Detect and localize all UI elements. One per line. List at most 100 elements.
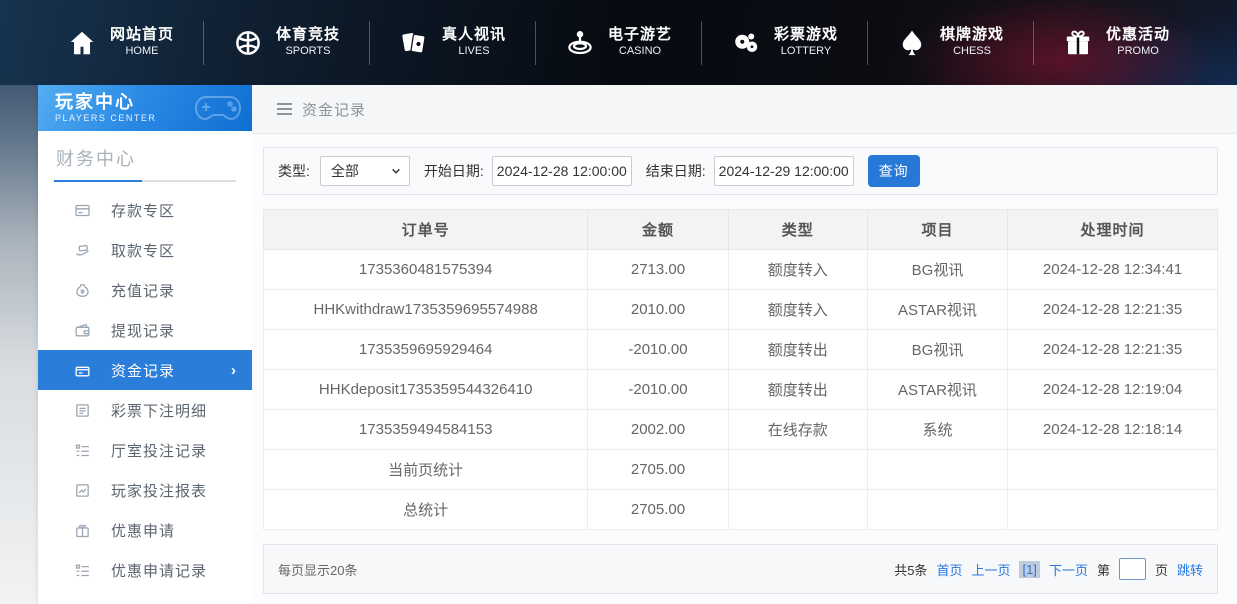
cell-type: 额度转出: [728, 330, 867, 370]
end-date-label: 结束日期:: [646, 161, 706, 181]
cell-order-no: 1735360481575394: [264, 250, 588, 290]
hamburger-icon[interactable]: [277, 103, 292, 115]
nav-label-zh: 网站首页: [110, 26, 174, 45]
cell-order-no: HHKwithdraw1735359695574988: [264, 290, 588, 330]
cell-item: BG视讯: [867, 330, 1007, 370]
nav-label-zh: 真人视讯: [442, 26, 506, 45]
type-select[interactable]: 全部: [320, 156, 410, 186]
start-date-input[interactable]: [492, 156, 632, 186]
cell-item: ASTAR视讯: [867, 370, 1007, 410]
prev-page-link[interactable]: 上一页: [971, 560, 1010, 579]
roulette-icon: [565, 28, 595, 58]
table-row: 1735359494584153 2002.00 在线存款 系统 2024-12…: [264, 410, 1218, 450]
end-date-input[interactable]: [714, 156, 854, 186]
finance-section: 财务中心: [38, 131, 252, 182]
sidebar-item-recharge-records[interactable]: 充值记录: [38, 270, 252, 310]
table-header-row: 订单号 金额 类型 项目 处理时间: [264, 210, 1218, 250]
table-row: HHKdeposit1735359544326410 -2010.00 额度转出…: [264, 370, 1218, 410]
nav-label-en: CASINO: [619, 45, 661, 59]
cell-item: [867, 450, 1007, 490]
home-icon: [67, 28, 97, 58]
list-items-icon: [74, 442, 91, 459]
next-page-link[interactable]: 下一页: [1049, 560, 1088, 579]
sidebar-item-hall-bet-records[interactable]: 厅室投注记录: [38, 430, 252, 470]
total-count: 共5条: [894, 560, 927, 579]
cell-time: [1008, 490, 1218, 530]
cell-type: 额度转出: [728, 370, 867, 410]
nav-item-sports[interactable]: 体育竞技 SPORTS: [203, 21, 369, 65]
wallet-out-icon: [74, 322, 91, 339]
nav-label-zh: 优惠活动: [1106, 26, 1170, 45]
lottery-balls-icon: [731, 28, 761, 58]
cell-amount: 2705.00: [588, 490, 728, 530]
table-row: 1735360481575394 2713.00 额度转入 BG视讯 2024-…: [264, 250, 1218, 290]
filter-bar: 类型: 全部 开始日期: 结束日期: 查询: [263, 147, 1218, 195]
withdraw-hand-icon: [74, 242, 91, 259]
sidebar-item-deposit-zone[interactable]: 存款专区: [38, 190, 252, 230]
nav-item-lottery[interactable]: 彩票游戏 LOTTERY: [701, 21, 867, 65]
type-label: 类型:: [278, 161, 310, 181]
breadcrumb: 资金记录: [252, 85, 1237, 134]
cell-order-no: 1735359695929464: [264, 330, 588, 370]
nav-label-en: SPORTS: [285, 45, 330, 59]
sidebar-item-withdraw-zone[interactable]: 取款专区: [38, 230, 252, 270]
playing-cards-icon: [399, 28, 429, 58]
cell-amount: 2705.00: [588, 450, 728, 490]
cell-amount: -2010.00: [588, 330, 728, 370]
cell-amount: 2002.00: [588, 410, 728, 450]
page-jump-input[interactable]: [1119, 558, 1146, 580]
records-list-icon: [74, 562, 91, 579]
nav-label-en: PROMO: [1117, 45, 1159, 59]
sidebar-item-funds-records[interactable]: 资金记录 ›: [38, 350, 252, 390]
jump-link[interactable]: 跳转: [1177, 560, 1203, 579]
nav-item-casino[interactable]: 电子游艺 CASINO: [535, 21, 701, 65]
section-underline: [54, 180, 236, 182]
col-header-item: 项目: [867, 210, 1007, 250]
nav-item-promo[interactable]: 优惠活动 PROMO: [1033, 21, 1199, 65]
nav-label-zh: 电子游艺: [608, 26, 672, 45]
cell-summary-label: 总统计: [264, 490, 588, 530]
cell-type: [728, 490, 867, 530]
nav-label-en: LOTTERY: [781, 45, 832, 59]
col-header-type: 类型: [728, 210, 867, 250]
cell-item: 系统: [867, 410, 1007, 450]
page-size-text: 每页显示20条: [278, 560, 357, 579]
table-row: HHKwithdraw1735359695574988 2010.00 额度转入…: [264, 290, 1218, 330]
table-row: 1735359695929464 -2010.00 额度转出 BG视讯 2024…: [264, 330, 1218, 370]
cell-type: 额度转入: [728, 290, 867, 330]
nav-label-zh: 体育竞技: [276, 26, 340, 45]
table-row-page-total: 当前页统计 2705.00: [264, 450, 1218, 490]
nav-item-home[interactable]: 网站首页 HOME: [38, 21, 203, 65]
sidebar-item-promo-apply[interactable]: 优惠申请: [38, 510, 252, 550]
finance-section-title: 财务中心: [54, 145, 236, 171]
jump-suffix: 页: [1155, 560, 1168, 579]
sidebar-menu: 存款专区 取款专区 充值记录 提现记录 资金记录 ›: [38, 190, 252, 590]
col-header-order-no: 订单号: [264, 210, 588, 250]
sidebar-item-player-bet-report[interactable]: 玩家投注报表: [38, 470, 252, 510]
moneybag-icon: [74, 282, 91, 299]
start-date-label: 开始日期:: [424, 161, 484, 181]
sidebar-item-lottery-bet-details[interactable]: 彩票下注明细: [38, 390, 252, 430]
cell-amount: 2010.00: [588, 290, 728, 330]
query-button[interactable]: 查询: [868, 155, 920, 187]
table-row-grand-total: 总统计 2705.00: [264, 490, 1218, 530]
sidebar-item-promo-apply-records[interactable]: 优惠申请记录: [38, 550, 252, 590]
nav-item-lives[interactable]: 真人视讯 LIVES: [369, 21, 535, 65]
chevron-down-icon: [391, 166, 401, 176]
deposit-card-icon: [74, 202, 91, 219]
sidebar-item-withdrawal-records[interactable]: 提现记录: [38, 310, 252, 350]
gamepad-icon: [192, 89, 244, 128]
nav-label-en: HOME: [125, 45, 158, 59]
funds-table: 订单号 金额 类型 项目 处理时间 1735360481575394 2713.…: [263, 209, 1218, 530]
sports-ball-icon: [233, 28, 263, 58]
first-page-link[interactable]: 首页: [936, 560, 962, 579]
spade-icon: [897, 28, 927, 58]
sidebar-header: 玩家中心 PLAYERS CENTER: [38, 85, 252, 131]
cell-amount: 2713.00: [588, 250, 728, 290]
cell-item: [867, 490, 1007, 530]
nav-item-chess[interactable]: 棋牌游戏 CHESS: [867, 21, 1033, 65]
gift-icon: [1063, 28, 1093, 58]
nav-label-en: CHESS: [953, 45, 991, 59]
pagination-bar: 每页显示20条 共5条 首页 上一页 [1] 下一页 第 页 跳转: [263, 544, 1218, 594]
cell-time: 2024-12-28 12:21:35: [1008, 330, 1218, 370]
